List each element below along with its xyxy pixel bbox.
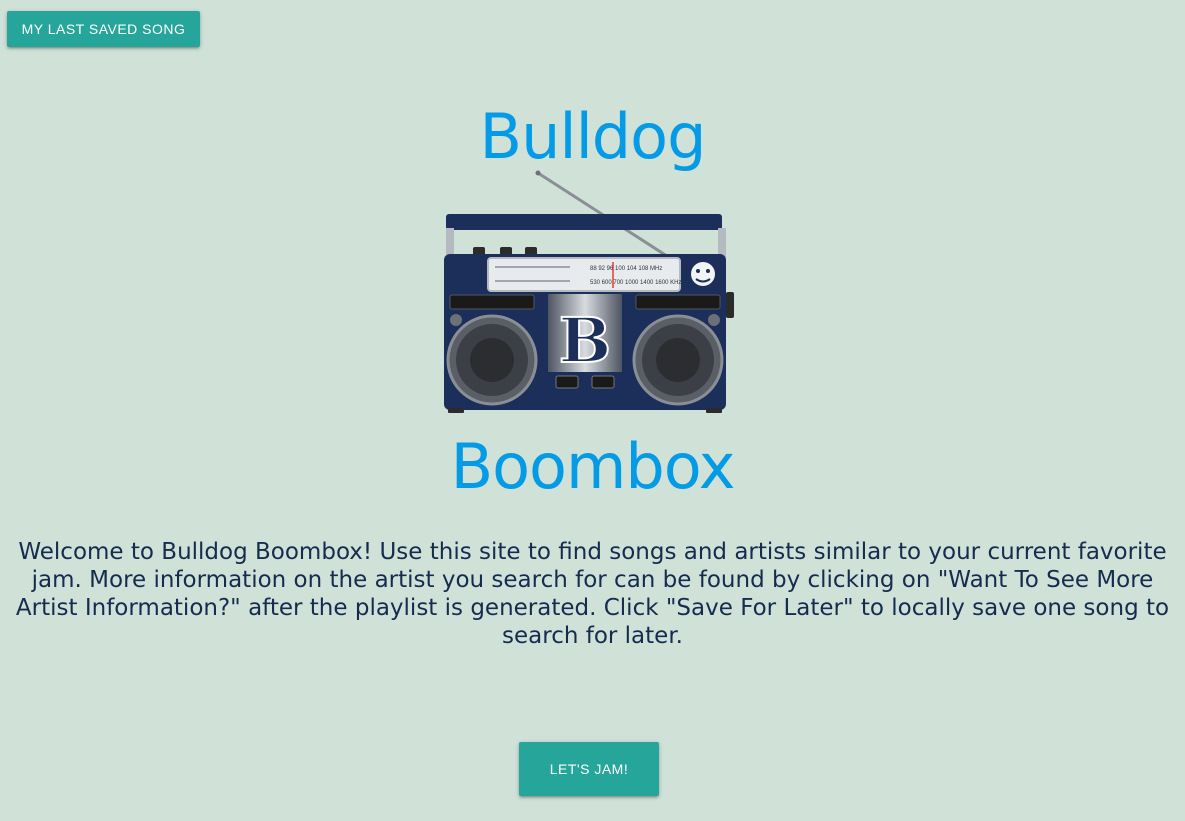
lets-jam-button[interactable]: LET'S JAM! <box>519 742 659 796</box>
tuner-display <box>487 257 681 292</box>
my-last-saved-song-button[interactable]: MY LAST SAVED SONG <box>7 11 200 47</box>
svg-text:530 600 700 1000 1400 1600 KHz: 530 600 700 1000 1400 1600 KHz <box>590 280 681 286</box>
svg-text:88 92 96 100 104 108 MHz: 88 92 96 100 104 108 MHz <box>590 266 662 272</box>
intro-paragraph: Welcome to Bulldog Boombox! Use this sit… <box>15 539 1170 649</box>
title-bulldog: Bulldog <box>479 100 707 173</box>
page: MY LAST SAVED SONG Bulldog 88 92 96 100 … <box>0 0 1185 821</box>
title-boombox: Boombox <box>450 430 736 503</box>
boombox-radio-icon: 88 92 96 100 104 108 MHz 530 600 700 100… <box>444 170 734 413</box>
boombox-letter-logo: B <box>559 304 611 377</box>
boombox-handle <box>446 214 722 230</box>
